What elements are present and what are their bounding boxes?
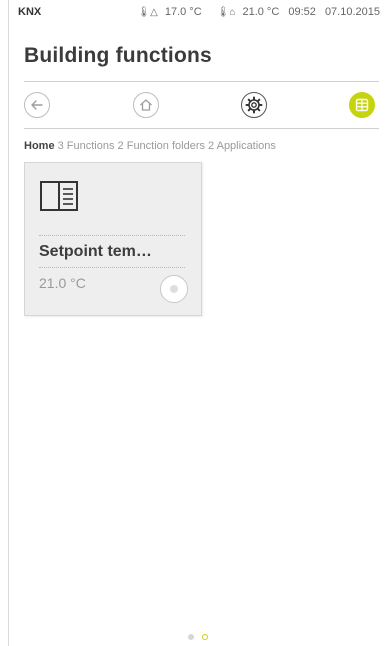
arrow-left-icon: [31, 100, 43, 110]
book-icon: [40, 181, 78, 211]
page-indicator: [188, 634, 208, 640]
gear-icon: [245, 96, 263, 114]
outdoor-temp-value: 17.0 °C: [164, 6, 202, 18]
brand-label: KNX: [18, 6, 42, 18]
outdoor-thermometer-icon: 🌡△: [137, 7, 158, 18]
grid-icon: [355, 98, 369, 112]
tile-value: 21.0 °C: [39, 275, 86, 291]
breadcrumb-summary: 3 Functions 2 Function folders 2 Applica…: [57, 140, 276, 152]
app-frame: [8, 0, 379, 646]
tile-divider-bottom: [39, 267, 185, 268]
page-dot-2[interactable]: [202, 634, 208, 640]
indoor-temp-value: 21.0 °C: [242, 6, 280, 18]
outdoor-temp-readout: 🌡△ 17.0 °C: [131, 6, 201, 18]
breadcrumb-home[interactable]: Home: [24, 140, 55, 152]
header-divider: [24, 81, 379, 82]
date: 07.10.2015: [324, 6, 380, 18]
tile-title: Setpoint tem…: [39, 243, 152, 260]
status-bar: KNX 🌡△ 17.0 °C 🌡⌂ 21.0 °C 09:52 07.10.2015: [18, 6, 380, 22]
tile-divider-top: [39, 235, 185, 236]
home-icon: [140, 99, 152, 111]
home-button[interactable]: [133, 92, 159, 118]
settings-button[interactable]: [241, 92, 267, 118]
page-title: Building functions: [24, 44, 212, 67]
function-tile[interactable]: Setpoint tem… 21.0 °C: [24, 162, 202, 316]
setpoint-knob-button[interactable]: [160, 275, 188, 303]
breadcrumb: Home 3 Functions 2 Function folders 2 Ap…: [24, 140, 276, 152]
status-readouts: 🌡△ 17.0 °C 🌡⌂ 21.0 °C 09:52 07.10.2015: [125, 6, 380, 18]
indoor-thermometer-icon: 🌡⌂: [216, 7, 236, 18]
nav-divider: [24, 128, 379, 129]
back-button[interactable]: [24, 92, 50, 118]
clock: 09:52: [288, 6, 316, 18]
grid-view-button[interactable]: [349, 92, 375, 118]
page-dot-1[interactable]: [188, 634, 194, 640]
indoor-temp-readout: 🌡⌂ 21.0 °C: [211, 6, 280, 18]
knob-center: [170, 285, 178, 293]
